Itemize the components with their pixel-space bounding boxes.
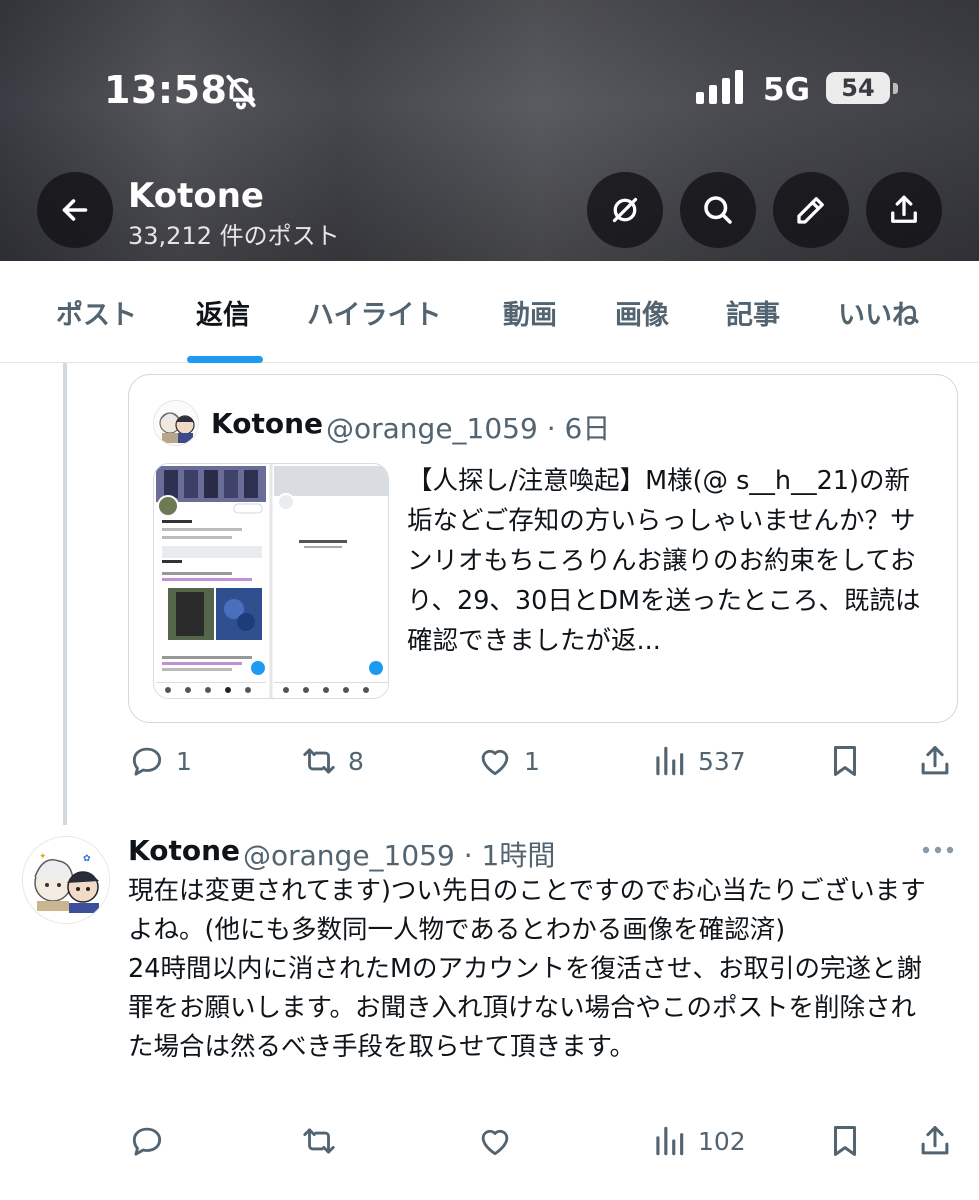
profile-nav-row: Kotone 33,212 件のポスト	[0, 170, 979, 250]
reply-post-avatar[interactable]: ✿ ✦	[22, 836, 110, 924]
quoted-post-text: 【人探し/注意喚起】M様(@ s__h__21)の新垢などご存知の方いらっしゃい…	[407, 466, 921, 656]
profile-header-banner: 13:58 5G 54 Kotone 33,212 件のポスト	[0, 0, 979, 261]
share-icon	[921, 746, 949, 775]
post-count: 33,212 件のポスト	[128, 222, 340, 250]
quoted-post-image[interactable]	[153, 463, 389, 699]
avatar-illustration	[154, 401, 198, 445]
reply-post-text: 現在は変更されてます)つい先日のことですのでお心当たりございますよね。(他にも多…	[128, 876, 926, 1062]
quoted-post-author[interactable]: Kotone	[211, 407, 323, 440]
bookmark-button[interactable]	[826, 736, 864, 786]
share-icon	[921, 1126, 949, 1155]
reply-count: 1	[176, 746, 192, 776]
svg-text:✿: ✿	[83, 854, 91, 864]
grok-button[interactable]	[587, 172, 663, 248]
share-post-button[interactable]	[916, 1116, 954, 1166]
back-button[interactable]	[37, 172, 113, 248]
view-count: 537	[698, 746, 746, 776]
pencil-icon	[797, 197, 824, 224]
tab-articles[interactable]: 記事	[726, 293, 780, 332]
bookmark-icon	[833, 1126, 857, 1156]
status-bar: 13:58 5G 54	[0, 60, 979, 120]
tab-highlights[interactable]: ハイライト	[307, 293, 441, 332]
repost-icon	[303, 748, 335, 774]
screenshot-thumbnail	[154, 464, 388, 698]
quoted-post-card[interactable]: Kotone @orange_1059 · 6日 【人探し/注意喚起】M様(@ …	[128, 374, 958, 723]
like-button[interactable]: 1	[476, 736, 540, 786]
edit-button[interactable]	[773, 172, 849, 248]
repost-count: 8	[348, 746, 364, 776]
repost-button[interactable]	[300, 1116, 338, 1166]
tab-videos[interactable]: 動画	[503, 293, 557, 332]
reply-post-handle: @orange_1059 · 1時間	[243, 839, 556, 872]
share-button[interactable]	[866, 172, 942, 248]
views-button[interactable]: 537	[650, 736, 746, 786]
tab-likes[interactable]: いいね	[838, 293, 919, 332]
avatar-illustration: ✿ ✦	[23, 837, 109, 923]
bookmark-icon	[833, 746, 857, 776]
like-count: 1	[524, 746, 540, 776]
heart-icon	[481, 1129, 509, 1156]
thread-connector-line	[63, 363, 67, 825]
like-button[interactable]	[476, 1116, 514, 1166]
heart-icon	[481, 749, 509, 776]
reply-button[interactable]	[128, 1116, 166, 1166]
reply-icon	[132, 1127, 162, 1156]
bookmark-button[interactable]	[826, 1116, 864, 1166]
tab-posts[interactable]: ポスト	[56, 293, 137, 332]
grok-icon	[612, 197, 638, 223]
reply-post-author[interactable]: Kotone	[128, 834, 240, 867]
active-tab-indicator	[187, 356, 263, 363]
quoted-post-actions: 1 8 1 537	[128, 736, 958, 786]
reply-button[interactable]: 1	[128, 736, 192, 786]
search-icon	[704, 196, 732, 224]
quoted-post-avatar[interactable]	[153, 400, 199, 446]
reply-post-actions: 102	[128, 1116, 958, 1166]
tab-replies[interactable]: 返信	[196, 293, 250, 332]
analytics-icon	[656, 1126, 684, 1156]
search-button[interactable]	[680, 172, 756, 248]
battery-tip	[893, 83, 898, 94]
repost-button[interactable]: 8	[300, 736, 364, 786]
arrow-left-icon	[62, 199, 88, 221]
battery-level: 54	[826, 72, 890, 104]
views-button[interactable]: 102	[650, 1116, 746, 1166]
network-type: 5G	[763, 72, 811, 108]
cellular-signal-icon	[696, 70, 743, 104]
view-count: 102	[698, 1126, 746, 1156]
share-icon	[891, 195, 917, 223]
analytics-icon	[656, 746, 684, 776]
reply-icon	[132, 747, 162, 776]
tab-images[interactable]: 画像	[615, 293, 669, 332]
profile-name: Kotone	[128, 176, 264, 216]
status-time: 13:58	[104, 68, 228, 112]
profile-tabs: ポスト 返信 ハイライト 動画 画像 記事 いいね	[0, 261, 979, 363]
share-post-button[interactable]	[916, 736, 954, 786]
more-options-icon[interactable]	[918, 838, 958, 862]
bell-slash-icon	[226, 74, 256, 110]
svg-text:✦: ✦	[39, 852, 47, 862]
repost-icon	[303, 1128, 335, 1154]
quoted-post-handle: @orange_1059 · 6日	[326, 412, 611, 445]
